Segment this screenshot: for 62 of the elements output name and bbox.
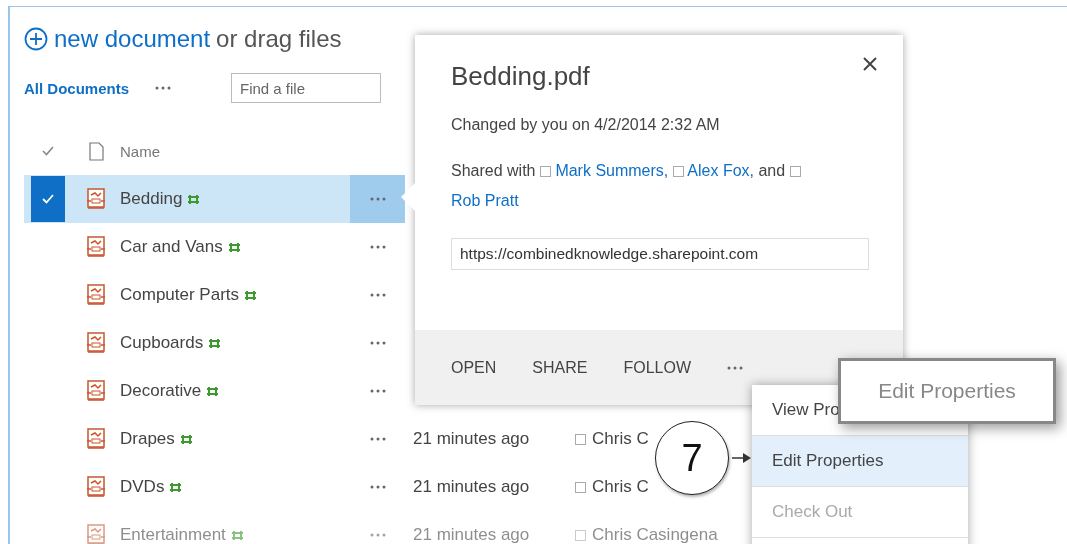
file-name[interactable]: Decorative [120, 381, 202, 401]
more-icon[interactable] [369, 437, 386, 441]
pdf-file-icon [87, 476, 105, 498]
column-header[interactable]: Name [120, 142, 160, 160]
more-icon[interactable] [369, 197, 386, 201]
action-link[interactable]: FOLLOW [623, 358, 692, 377]
pointer-arrow [732, 452, 752, 464]
modified-time: 21 minutes ago [412, 525, 531, 544]
shared-with-text: Shared with Mark Summers, Alex Fox, and Rob Pratt [451, 156, 867, 216]
file-name[interactable]: Cupboards [120, 333, 204, 353]
pdf-file-icon [87, 524, 105, 544]
pdf-file-icon [87, 188, 105, 210]
pdf-file-icon [87, 332, 105, 354]
pdf-file-icon [87, 380, 105, 402]
add-icon[interactable] [24, 27, 48, 51]
modified-by: Chris C [592, 477, 649, 497]
step-marker: 7 [655, 421, 729, 495]
more-actions-icon[interactable] [727, 365, 744, 370]
file-name[interactable]: Bedding [120, 189, 183, 209]
callout-title: Bedding.pdf [451, 61, 591, 92]
file-name[interactable]: Computer Parts [120, 285, 240, 305]
new-document-link[interactable]: new document [54, 25, 211, 53]
presence-icon [575, 529, 586, 541]
changed-text: Changed by you on 4/2/2014 2:32 AM [451, 116, 721, 134]
action-link[interactable]: OPEN [451, 358, 497, 377]
presence-icon [539, 166, 551, 178]
presence-icon [672, 166, 684, 178]
modified-by: Chris C [592, 429, 649, 449]
link-field[interactable]: https://combinedknowledge.sharepoint.com [451, 238, 869, 270]
action-link[interactable]: SHARE [532, 358, 588, 377]
person-link[interactable]: Alex Fox, [687, 162, 754, 179]
file-name[interactable]: Drapes [120, 429, 175, 449]
more-icon[interactable] [369, 533, 386, 537]
check-icon[interactable] [42, 146, 54, 156]
zoom-tooltip: Edit Properties [838, 358, 1056, 424]
file-name[interactable]: DVDs [120, 477, 165, 497]
person-link[interactable]: Mark Summers, [555, 162, 669, 179]
person-link[interactable]: Rob Pratt [451, 192, 519, 209]
more-icon[interactable] [369, 389, 386, 393]
more-views-icon[interactable] [155, 86, 171, 90]
modified-time: 21 minutes ago [412, 429, 531, 449]
more-icon[interactable] [369, 485, 386, 489]
check-icon [42, 194, 54, 204]
document-icon [88, 141, 104, 161]
modified-time: 21 minutes ago [412, 477, 531, 497]
file-name[interactable]: Car and Vans [120, 237, 223, 257]
view-tab[interactable]: All Documents [24, 79, 129, 97]
presence-icon [789, 166, 801, 178]
pdf-file-icon [87, 236, 105, 258]
modified-by: Chris Casingena [592, 525, 718, 544]
presence-icon [575, 433, 586, 445]
pdf-file-icon [87, 428, 105, 450]
row-checkbox[interactable] [31, 176, 65, 222]
pdf-file-icon [87, 284, 105, 306]
more-icon[interactable] [369, 293, 386, 297]
search-field[interactable]: Find a file [231, 73, 381, 103]
close-icon[interactable] [863, 57, 877, 71]
more-icon[interactable] [369, 341, 386, 345]
menu-item[interactable]: Edit Properties [752, 436, 968, 487]
more-icon[interactable] [369, 245, 386, 249]
presence-icon [575, 481, 586, 493]
drag-files-text: or drag files [216, 25, 342, 53]
